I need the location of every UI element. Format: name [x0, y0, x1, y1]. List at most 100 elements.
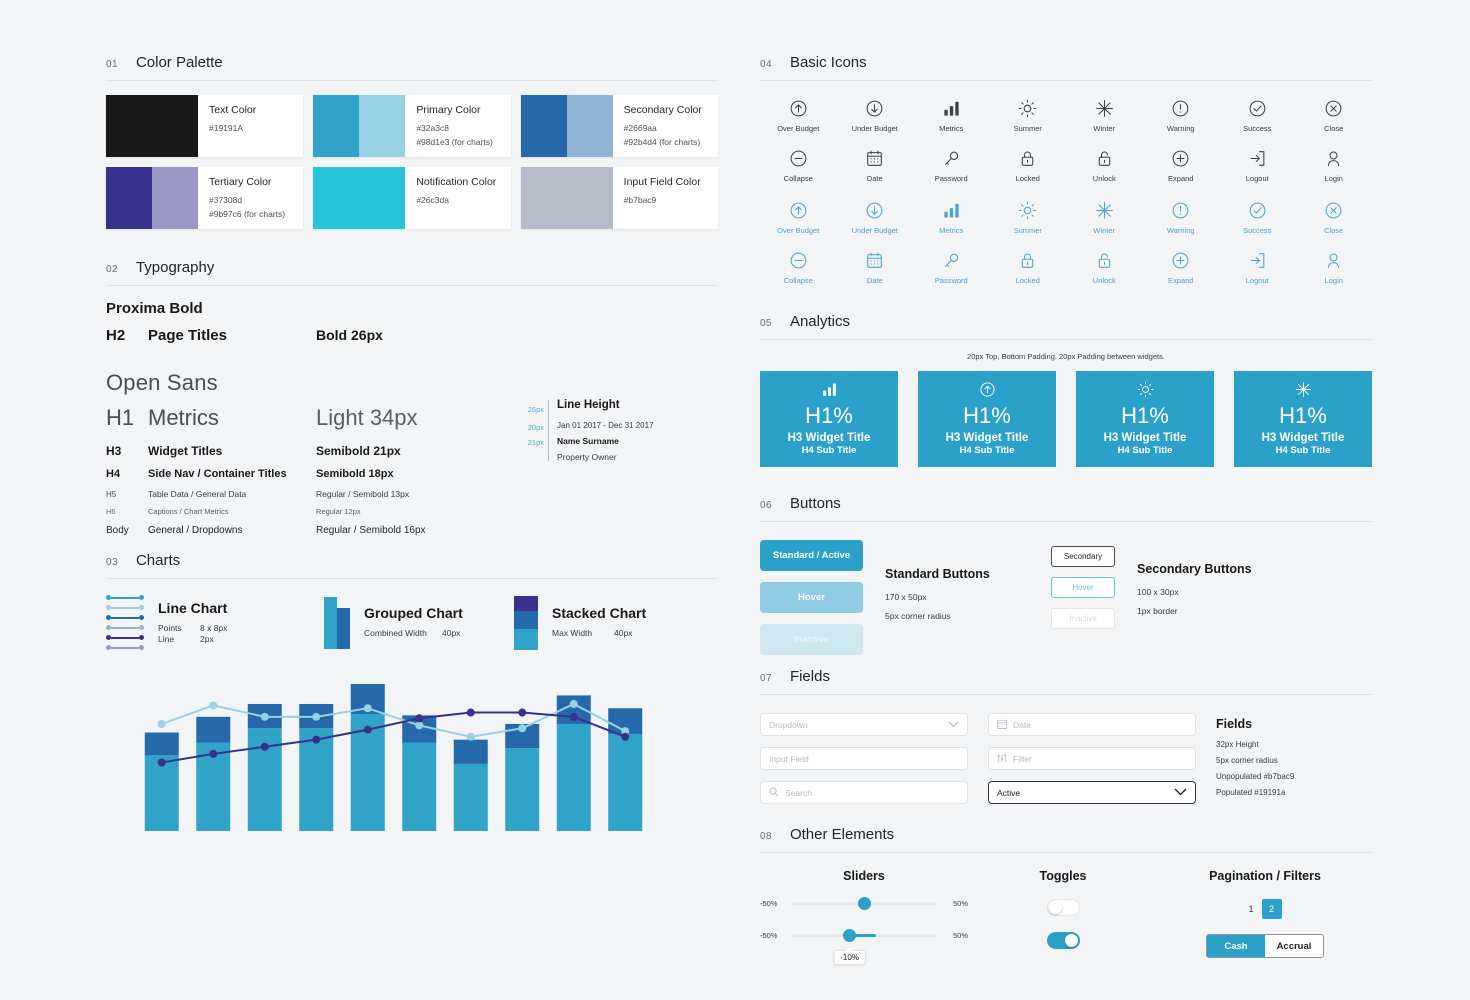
- section-number: 04: [760, 59, 772, 70]
- pagination-page-1[interactable]: 1: [1248, 904, 1253, 914]
- icon-cell-locked[interactable]: Locked: [990, 251, 1067, 285]
- warning-icon: [1171, 99, 1190, 118]
- type-level: H6: [106, 507, 116, 516]
- slider-value-tooltip: -10%: [833, 947, 866, 965]
- legend-title: Line Chart: [158, 599, 228, 616]
- toggles-heading: Toggles: [1039, 869, 1087, 883]
- icon-cell-over-budget[interactable]: Over Budget: [760, 99, 837, 133]
- summer-icon: [1018, 201, 1037, 220]
- icon-cell-date[interactable]: Date: [837, 251, 914, 285]
- icon-cell-date[interactable]: Date: [837, 149, 914, 183]
- section-title: Other Elements: [789, 826, 895, 843]
- icon-cell-winter[interactable]: Winter: [1066, 201, 1143, 235]
- icon-cell-login[interactable]: Login: [1296, 251, 1373, 285]
- line-height-px-1: 26px: [527, 405, 544, 414]
- icon-cell-under-budget[interactable]: Under Budget: [837, 201, 914, 235]
- section-number: 07: [760, 673, 772, 684]
- toggle-off[interactable]: [1046, 899, 1080, 916]
- icon-label: Summer: [1013, 124, 1042, 133]
- fields-desc-populated: Populated #19191a: [1216, 788, 1286, 797]
- slider-knob[interactable]: [857, 897, 871, 910]
- section-basic-icons: 04 Basic Icons Over Budget Under Budget Me…: [760, 54, 1372, 285]
- icon-cell-metrics[interactable]: Metrics: [913, 201, 990, 235]
- toggles-group: Toggles: [968, 869, 1158, 965]
- search-field[interactable]: Search: [760, 781, 968, 804]
- swatch-hex-1: #32a3c8: [416, 123, 449, 133]
- icon-cell-password[interactable]: Password: [913, 251, 990, 285]
- icon-cell-expand[interactable]: Expand: [1143, 251, 1220, 285]
- dropdown-field[interactable]: Dropdown: [760, 713, 968, 736]
- under-budget-icon: [865, 201, 884, 220]
- type-use: Table Data / General Data: [148, 489, 247, 499]
- slider-1[interactable]: -50% 50%: [760, 897, 968, 910]
- collapse-icon: [789, 251, 808, 270]
- fields-desc-unpopulated: Unpopulated #b7bac9: [1216, 772, 1295, 781]
- input-field[interactable]: Input Field: [760, 747, 968, 770]
- icon-cell-login[interactable]: Login: [1296, 149, 1373, 183]
- filter-accrual[interactable]: Accrual: [1265, 935, 1323, 957]
- swatch-hex-1: #b7bac9: [623, 195, 657, 205]
- icon-cell-collapse[interactable]: Collapse: [760, 149, 837, 183]
- icon-cell-success[interactable]: Success: [1219, 99, 1296, 133]
- standard-hover-button[interactable]: Hover: [760, 582, 863, 613]
- type-spec: Regular / Semibold 13px: [316, 489, 410, 499]
- secondary-button[interactable]: Secondary: [1051, 546, 1115, 567]
- widget-metric: H1%: [805, 402, 853, 428]
- icon-cell-summer[interactable]: Summer: [990, 201, 1067, 235]
- standard-active-button[interactable]: Standard / Active: [760, 540, 863, 571]
- typography-specimen: Proxima Bold H2 Page Titles Bold 26px Op…: [106, 300, 718, 536]
- icon-label: Warning: [1166, 124, 1195, 133]
- active-select-field[interactable]: Active: [988, 781, 1196, 804]
- filter-field[interactable]: Filter: [988, 747, 1196, 770]
- icon-cell-close[interactable]: Close: [1296, 99, 1373, 133]
- analytics-widget[interactable]: H1% H3 Widget Title H4 Sub Title: [1076, 371, 1214, 467]
- icon-cell-over-budget[interactable]: Over Budget: [760, 201, 837, 235]
- swatch-hex-1: #2669aa: [623, 123, 657, 133]
- analytics-widget[interactable]: H1% H3 Widget Title H4 Sub Title: [760, 371, 898, 467]
- icon-cell-collapse[interactable]: Collapse: [760, 251, 837, 285]
- icon-cell-warning[interactable]: Warning: [1143, 201, 1220, 235]
- secondary-hover-button[interactable]: Hover: [1051, 577, 1115, 598]
- slider-knob[interactable]: [843, 929, 857, 942]
- slider-track[interactable]: [792, 897, 936, 910]
- section-header: 08 Other Elements: [760, 826, 1372, 852]
- icon-label: Close: [1324, 124, 1344, 133]
- widget-subtitle: H4 Sub Title: [801, 445, 857, 457]
- analytics-widget[interactable]: H1% H3 Widget Title H4 Sub Title: [918, 371, 1056, 467]
- icon-label: Over Budget: [777, 226, 820, 235]
- icon-cell-winter[interactable]: Winter: [1066, 99, 1143, 133]
- section-divider: [760, 80, 1372, 81]
- toggle-on[interactable]: [1046, 932, 1080, 949]
- sliders-heading: Sliders: [843, 869, 885, 883]
- icon-cell-under-budget[interactable]: Under Budget: [837, 99, 914, 133]
- color-swatch: [313, 167, 406, 229]
- pagination-page-2[interactable]: 2: [1261, 899, 1282, 919]
- icon-cell-locked[interactable]: Locked: [990, 149, 1067, 183]
- fields-description: Fields 32px Height 5px corner radius Unp…: [1216, 713, 1294, 804]
- icon-cell-logout[interactable]: Logout: [1219, 149, 1296, 183]
- icon-cell-metrics[interactable]: Metrics: [913, 99, 990, 133]
- icon-cell-warning[interactable]: Warning: [1143, 99, 1220, 133]
- icon-cell-success[interactable]: Success: [1219, 201, 1296, 235]
- input-placeholder: Input Field: [769, 753, 809, 764]
- icon-cell-logout[interactable]: Logout: [1219, 251, 1296, 285]
- icon-cell-password[interactable]: Password: [913, 149, 990, 183]
- icon-cell-unlock[interactable]: Unlock: [1066, 149, 1143, 183]
- icon-cell-summer[interactable]: Summer: [990, 99, 1067, 133]
- icon-label: Under Budget: [851, 124, 898, 133]
- slider-2[interactable]: -50% -10% 50%: [760, 929, 968, 965]
- slider-track[interactable]: -10%: [792, 929, 936, 965]
- analytics-widget[interactable]: H1% H3 Widget Title H4 Sub Title: [1234, 371, 1372, 467]
- line-height-px-2: 20px: [527, 423, 544, 432]
- fields-column-1: Dropdown Input Field Search: [760, 713, 968, 804]
- widget-metric: H1%: [1279, 402, 1327, 428]
- color-swatch: [106, 95, 198, 157]
- over-budget-icon: [789, 201, 808, 220]
- icon-cell-expand[interactable]: Expand: [1143, 149, 1220, 183]
- icon-grid-blue: Over Budget Under Budget Metrics Summer Wint…: [760, 201, 1372, 285]
- filter-cash[interactable]: Cash: [1207, 935, 1265, 957]
- date-field[interactable]: Date: [988, 713, 1196, 736]
- icon-cell-close[interactable]: Close: [1296, 201, 1373, 235]
- icon-cell-unlock[interactable]: Unlock: [1066, 251, 1143, 285]
- swatch-name: Text Color: [209, 104, 257, 116]
